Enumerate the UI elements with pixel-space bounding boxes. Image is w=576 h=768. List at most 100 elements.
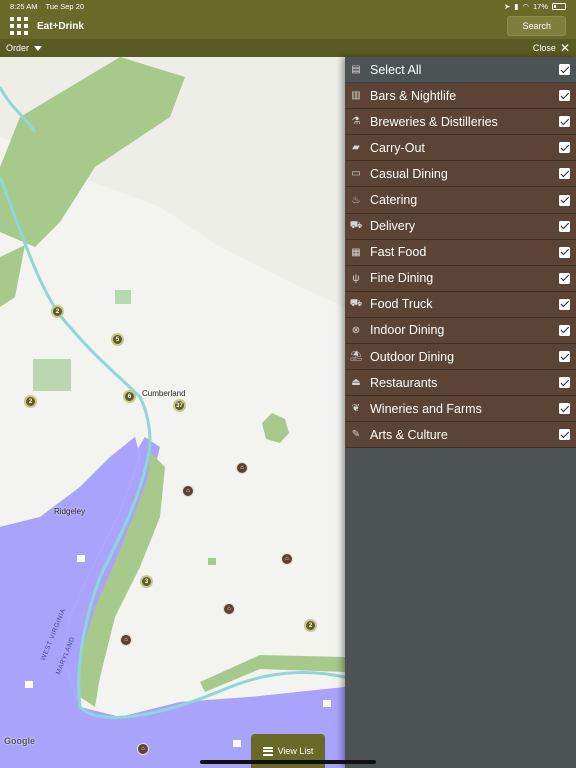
order-label: Order: [6, 43, 30, 53]
catering-icon: ♨: [351, 194, 361, 206]
sub-toolbar: Order Close ✕: [0, 39, 576, 57]
filter-label: Casual Dining: [370, 166, 448, 181]
filter-label: Wineries and Farms: [370, 401, 482, 416]
status-indicators: ➤ ▮ ◠ 17%: [504, 2, 566, 11]
filter-checkbox[interactable]: [559, 403, 570, 415]
app-menu-grid-icon[interactable]: [10, 17, 28, 35]
filter-label: Delivery: [370, 219, 416, 234]
map-background: [0, 57, 345, 768]
filter-label: Select All: [370, 62, 422, 77]
wifi-icon: ◠: [522, 2, 529, 11]
app-header: Eat+Drink Search: [0, 13, 576, 39]
filter-row-wineries-farms[interactable]: ❦ Wineries and Farms: [345, 396, 576, 423]
battery-percent: 17%: [532, 2, 548, 11]
filter-row-casual-dining[interactable]: ▭ Casual Dining: [345, 161, 576, 188]
filter-label: Restaurants: [370, 375, 438, 390]
grapes-icon: ❦: [351, 403, 361, 415]
list-icon: ▤: [351, 64, 361, 76]
filter-checkbox[interactable]: [559, 351, 570, 363]
filter-label: Catering: [370, 193, 418, 208]
list-icon: [262, 746, 273, 756]
google-attribution: Google: [4, 736, 35, 746]
map-poi-marker[interactable]: ⌂: [137, 743, 149, 755]
filter-panel: ▤ Select All ▥ Bars & Nightlife ⚗ Brewer…: [345, 57, 576, 768]
filter-row-catering[interactable]: ♨ Catering: [345, 187, 576, 214]
filter-checkbox[interactable]: [559, 90, 570, 102]
filter-row-carry-out[interactable]: ▰ Carry-Out: [345, 135, 576, 162]
map-poi-marker[interactable]: ⌂: [223, 603, 235, 615]
filter-checkbox[interactable]: [559, 168, 570, 180]
filter-label: Bars & Nightlife: [370, 88, 457, 103]
order-button[interactable]: Order: [6, 43, 43, 53]
map-view[interactable]: Cumberland Ridgeley WEST VIRGINIA MARYLA…: [0, 57, 345, 768]
map-cluster-marker[interactable]: 3: [140, 575, 153, 588]
filter-row-outdoor-dining[interactable]: ⛱ Outdoor Dining: [345, 344, 576, 371]
indoor-icon: ⊗: [351, 324, 361, 336]
filter-row-select-all[interactable]: ▤ Select All: [345, 57, 576, 84]
filter-label: Arts & Culture: [370, 427, 448, 442]
filter-label: Indoor Dining: [370, 323, 445, 338]
status-time: 8:25 AM: [10, 2, 38, 11]
map-cluster-marker[interactable]: 6: [123, 390, 136, 403]
caret-down-icon: [34, 45, 43, 51]
filter-checkbox[interactable]: [559, 142, 570, 154]
city-icon: ▥: [351, 90, 361, 102]
location-icon: ➤: [504, 2, 511, 11]
map-poi-marker[interactable]: ⌂: [281, 553, 293, 565]
filter-row-bars-nightlife[interactable]: ▥ Bars & Nightlife: [345, 83, 576, 110]
filter-checkbox[interactable]: [559, 324, 570, 336]
status-bar: 8:25 AM Tue Sep 20 ➤ ▮ ◠ 17%: [0, 0, 576, 13]
filter-checkbox[interactable]: [559, 220, 570, 232]
home-indicator[interactable]: [200, 760, 376, 764]
filter-checkbox[interactable]: [559, 116, 570, 128]
filter-row-delivery[interactable]: ⛟ Delivery: [345, 213, 576, 240]
city-label-ridgeley: Ridgeley: [54, 507, 86, 516]
signal-icon: ▮: [514, 2, 519, 11]
cloche-icon: ⏏: [351, 377, 361, 389]
filter-row-arts-culture[interactable]: ✎ Arts & Culture: [345, 422, 576, 449]
palette-icon: ✎: [351, 429, 361, 441]
map-cluster-marker[interactable]: 5: [111, 333, 124, 346]
view-list-label: View List: [277, 746, 314, 756]
dining-icon: ▭: [351, 168, 361, 180]
app-title: Eat+Drink: [37, 20, 84, 32]
filter-checkbox[interactable]: [559, 194, 570, 206]
filter-row-food-truck[interactable]: ⛟ Food Truck: [345, 291, 576, 318]
filter-checkbox[interactable]: [559, 64, 570, 76]
map-cluster-marker[interactable]: 37: [173, 399, 186, 412]
filter-row-restaurants[interactable]: ⏏ Restaurants: [345, 370, 576, 397]
map-cluster-marker[interactable]: 2: [24, 395, 37, 408]
filter-label: Outdoor Dining: [370, 349, 455, 364]
filter-label: Breweries & Distilleries: [370, 114, 498, 129]
filter-label: Food Truck: [370, 297, 433, 312]
umbrella-table-icon: ⛱: [349, 351, 363, 363]
filter-checkbox[interactable]: [559, 272, 570, 284]
battery-icon: [552, 3, 566, 10]
filter-checkbox[interactable]: [559, 298, 570, 310]
map-poi-marker[interactable]: ⌂: [182, 485, 194, 497]
fastfood-icon: ▦: [351, 246, 361, 258]
foodtruck-icon: ⛟: [349, 297, 363, 309]
filter-checkbox[interactable]: [559, 377, 570, 389]
distillery-icon: ⚗: [351, 116, 361, 128]
close-button[interactable]: Close ✕: [533, 42, 570, 54]
city-label-cumberland: Cumberland: [142, 389, 186, 398]
filter-row-indoor-dining[interactable]: ⊗ Indoor Dining: [345, 317, 576, 345]
status-date: Tue Sep 20: [45, 2, 85, 11]
map-poi-marker[interactable]: ⌂: [236, 462, 248, 474]
filter-label: Fine Dining: [370, 271, 434, 286]
map-poi-marker[interactable]: ⌂: [120, 634, 132, 646]
map-cluster-marker[interactable]: 2: [51, 305, 64, 318]
filter-checkbox[interactable]: [559, 246, 570, 258]
close-icon: ✕: [559, 41, 570, 55]
filter-label: Fast Food: [370, 245, 427, 260]
filter-row-fine-dining[interactable]: ψ Fine Dining: [345, 265, 576, 292]
carryout-icon: ▰: [352, 142, 360, 154]
utensils-icon: ψ: [352, 272, 360, 284]
truck-icon: ⛟: [349, 219, 363, 231]
filter-row-fast-food[interactable]: ▦ Fast Food: [345, 239, 576, 266]
map-cluster-marker[interactable]: 2: [304, 619, 317, 632]
filter-checkbox[interactable]: [559, 429, 570, 441]
search-button[interactable]: Search: [507, 16, 566, 36]
filter-row-breweries-distilleries[interactable]: ⚗ Breweries & Distilleries: [345, 109, 576, 136]
